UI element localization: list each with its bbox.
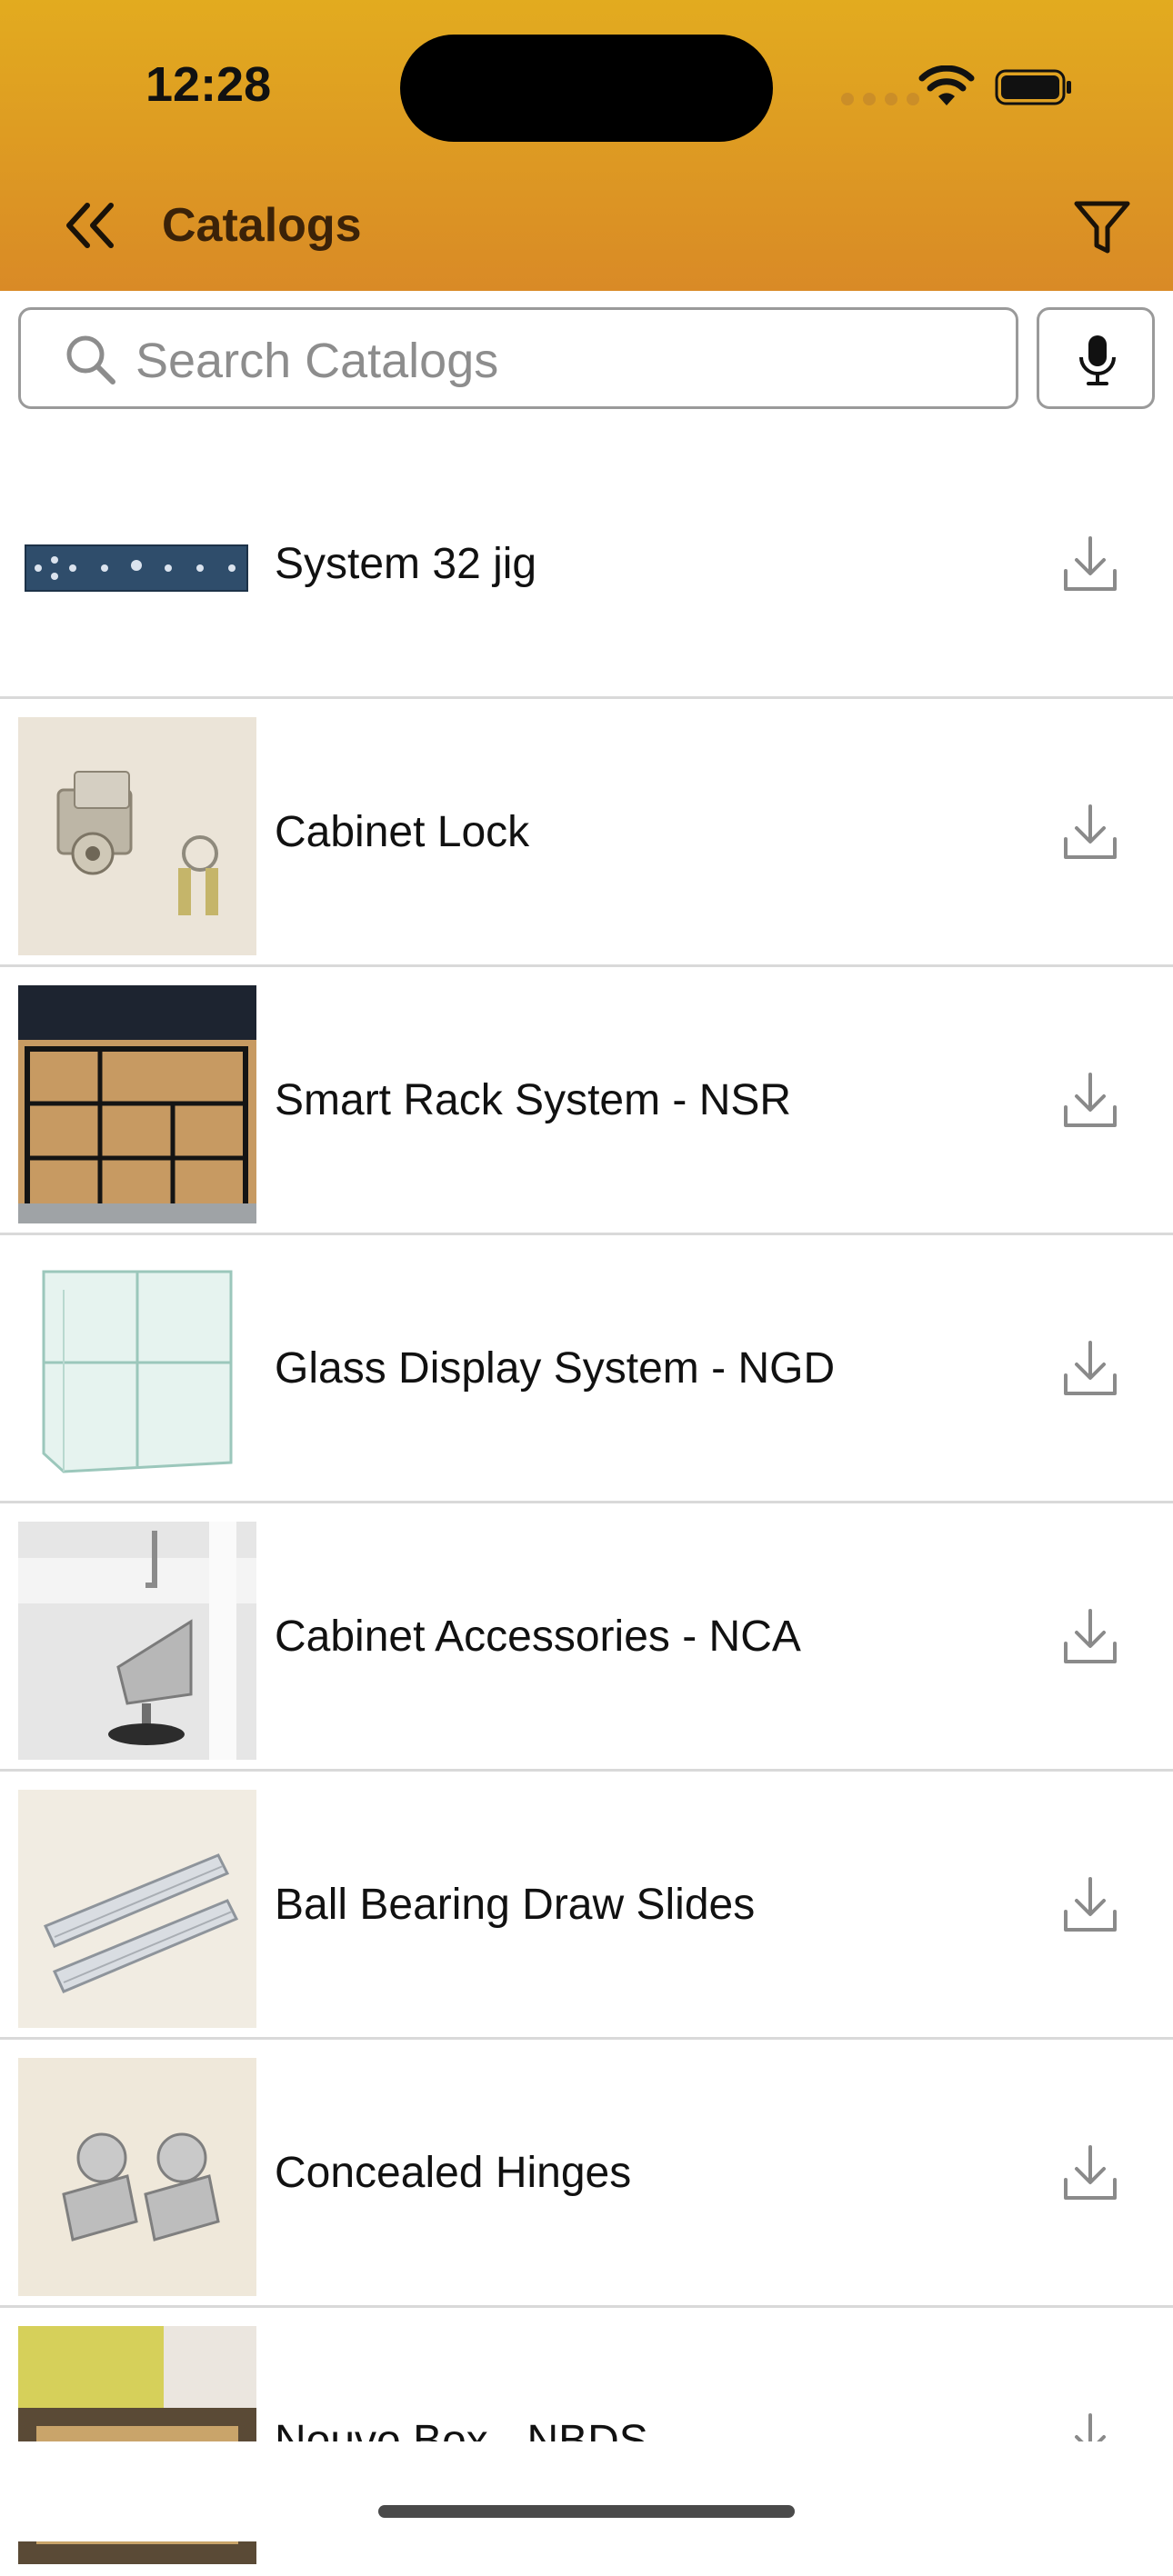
catalog-thumbnail: [18, 1790, 256, 2028]
catalog-title: Concealed Hinges: [275, 2148, 632, 2197]
download-icon[interactable]: [1062, 1339, 1118, 1397]
filter-icon[interactable]: [1073, 198, 1131, 256]
status-time: 12:28: [145, 57, 272, 112]
search-input[interactable]: [134, 334, 992, 388]
cellular-signal-icon: [841, 93, 919, 105]
search-bar[interactable]: [18, 307, 1018, 409]
battery-icon: [995, 69, 1071, 105]
catalog-title: Cabinet Accessories - NCA: [275, 1612, 801, 1661]
back-chevrons-icon[interactable]: [60, 198, 120, 253]
catalog-thumbnail: [18, 717, 256, 955]
search-icon: [66, 335, 115, 384]
catalog-title: System 32 jig: [275, 539, 537, 588]
catalog-title: Cabinet Lock: [275, 807, 530, 856]
download-icon[interactable]: [1062, 2143, 1118, 2202]
app-header: 12:28 Catalogs: [0, 0, 1173, 291]
download-icon[interactable]: [1062, 1875, 1118, 1933]
catalog-item-concealed-hinges[interactable]: Concealed Hinges: [0, 2040, 1173, 2308]
dynamic-island: [400, 35, 773, 142]
catalog-item-glass-display-system[interactable]: Glass Display System - NGD: [0, 1235, 1173, 1503]
wifi-icon: [918, 65, 975, 105]
catalog-thumbnail: [18, 2058, 256, 2296]
catalog-thumbnail: [18, 1522, 256, 1760]
catalog-item-ball-bearing-draw-slides[interactable]: Ball Bearing Draw Slides: [0, 1772, 1173, 2040]
download-icon[interactable]: [1062, 1071, 1118, 1129]
catalog-thumbnail: [18, 1253, 256, 1492]
catalog-thumbnail: [18, 985, 256, 1223]
download-icon[interactable]: [1062, 1607, 1118, 1665]
bottom-safe-area: [0, 2441, 1173, 2541]
catalog-item-cabinet-accessories[interactable]: Cabinet Accessories - NCA: [0, 1503, 1173, 1772]
home-indicator[interactable]: [378, 2505, 795, 2518]
catalog-thumbnail: [18, 449, 256, 687]
page-title: Catalogs: [162, 199, 362, 252]
catalog-item-cabinet-lock[interactable]: Cabinet Lock: [0, 699, 1173, 967]
catalog-title: Glass Display System - NGD: [275, 1343, 836, 1393]
catalog-item-smart-rack-system[interactable]: Smart Rack System - NSR: [0, 967, 1173, 1235]
voice-search-button[interactable]: [1037, 307, 1155, 409]
microphone-icon: [1079, 335, 1116, 385]
download-icon[interactable]: [1062, 534, 1118, 593]
catalog-title: Ball Bearing Draw Slides: [275, 1880, 756, 1929]
catalog-title: Smart Rack System - NSR: [275, 1075, 792, 1124]
download-icon[interactable]: [1062, 803, 1118, 861]
catalog-item-system-32-jig[interactable]: System 32 jig: [0, 431, 1173, 699]
